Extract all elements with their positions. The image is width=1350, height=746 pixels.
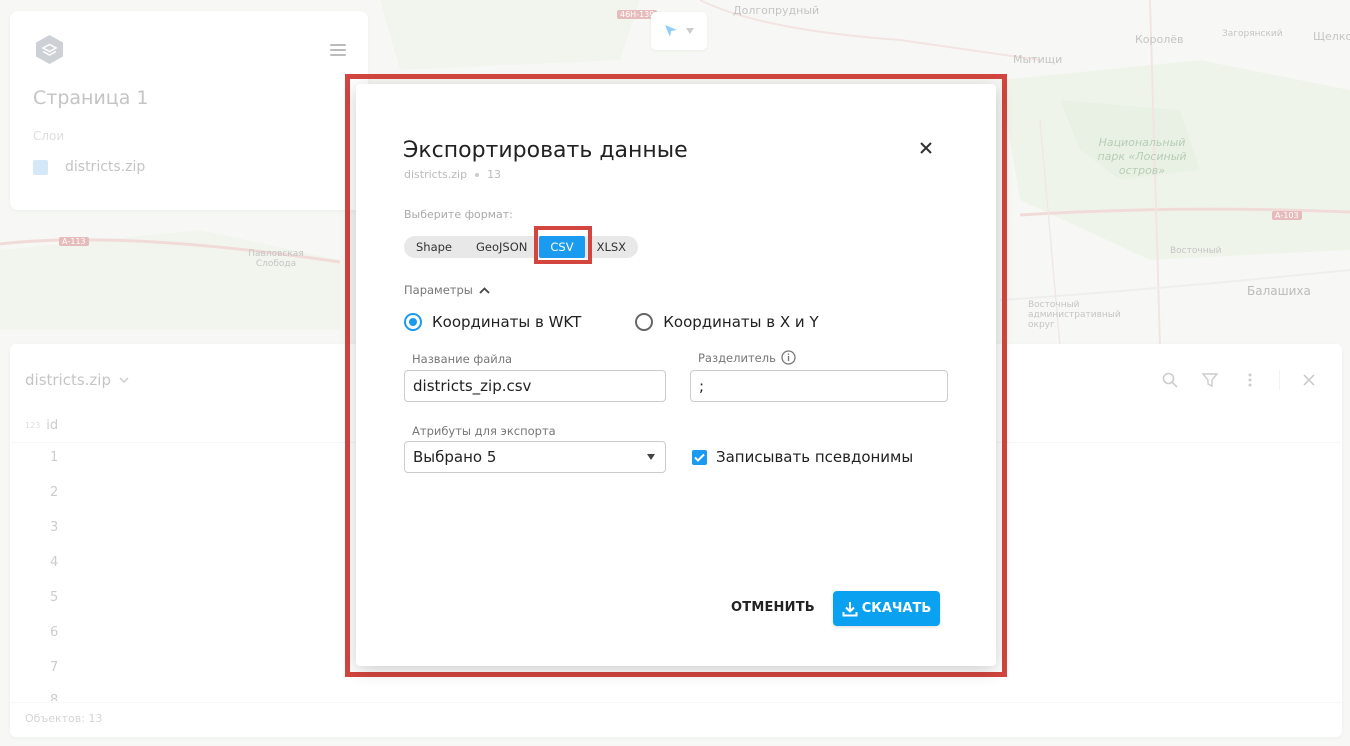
format-option-shape[interactable]: Shape bbox=[404, 236, 464, 258]
radio-wkt-label: Координаты в WKT bbox=[432, 313, 582, 331]
dialog-source: districts.zip bbox=[404, 168, 468, 181]
aliases-label: Записывать псевдонимы bbox=[716, 448, 914, 466]
checkbox-checked-icon bbox=[692, 449, 707, 465]
cancel-button[interactable]: ОТМЕНИТЬ bbox=[719, 591, 827, 625]
dialog-subtitle: districts.zip 13 bbox=[404, 168, 501, 181]
radio-xy-label: Координаты в X и Y bbox=[663, 313, 819, 331]
radio-wkt[interactable]: Координаты в WKT bbox=[404, 313, 581, 331]
chevron-up-icon bbox=[479, 286, 490, 294]
dialog-count: 13 bbox=[487, 168, 502, 181]
aliases-checkbox[interactable]: Записывать псевдонимы bbox=[692, 448, 913, 466]
attributes-value: Выбрано 5 bbox=[413, 448, 497, 466]
separator-input[interactable]: ; bbox=[690, 370, 948, 402]
download-icon bbox=[842, 601, 858, 616]
dialog-title: Экспортировать данные bbox=[403, 138, 688, 163]
export-dialog: Экспортировать данные districts.zip 13 В… bbox=[356, 84, 996, 666]
format-selector: Shape GeoJSON CSV XLSX bbox=[404, 236, 639, 258]
coordinate-mode-group: Координаты в WKT Координаты в X и Y bbox=[404, 313, 819, 331]
download-button[interactable]: СКАЧАТЬ bbox=[833, 591, 940, 626]
attributes-select[interactable]: Выбрано 5 bbox=[404, 441, 666, 473]
radio-checked-icon bbox=[404, 313, 422, 331]
radio-xy[interactable]: Координаты в X и Y bbox=[635, 313, 819, 331]
format-option-geojson[interactable]: GeoJSON bbox=[464, 236, 539, 258]
filename-input[interactable]: districts_zip.csv bbox=[404, 370, 666, 402]
separator-label-group: Разделитель bbox=[698, 350, 796, 365]
attributes-label: Атрибуты для экспорта bbox=[412, 424, 556, 438]
parameters-toggle[interactable]: Параметры bbox=[404, 283, 490, 297]
separator-label: Разделитель bbox=[698, 350, 776, 365]
radio-unchecked-icon bbox=[635, 313, 654, 331]
close-icon[interactable] bbox=[918, 140, 934, 156]
parameters-label: Параметры bbox=[404, 283, 473, 297]
dropdown-arrow-icon bbox=[647, 454, 655, 460]
highlight-frame-csv bbox=[534, 226, 592, 264]
filename-label: Название файла bbox=[412, 352, 513, 366]
download-label: СКАЧАТЬ bbox=[861, 601, 932, 616]
format-label: Выберите формат: bbox=[404, 208, 513, 221]
separator-dot bbox=[475, 172, 480, 177]
format-option-xlsx[interactable]: XLSX bbox=[585, 236, 638, 258]
info-icon[interactable] bbox=[781, 350, 796, 365]
